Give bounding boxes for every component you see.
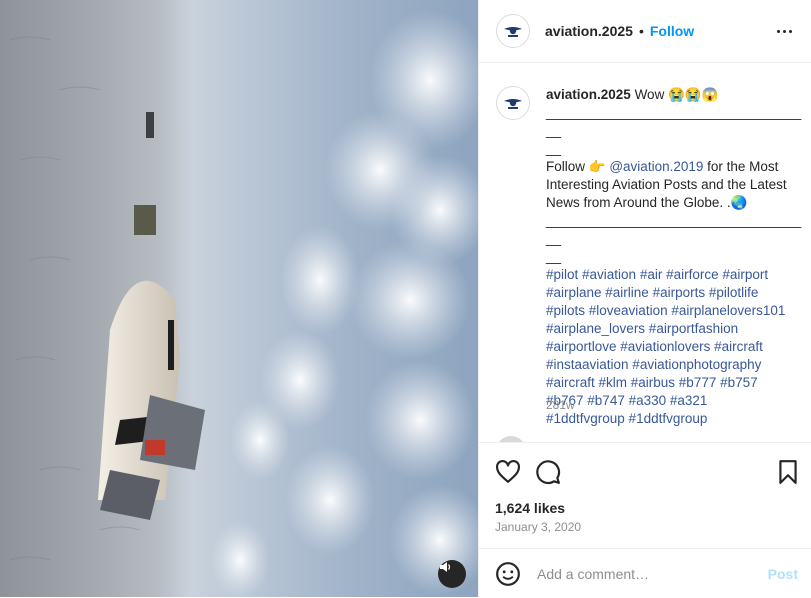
more-options-button[interactable] <box>772 19 796 43</box>
comment-input[interactable] <box>535 564 759 583</box>
heart-icon[interactable] <box>495 459 521 485</box>
caption-mention-link[interactable]: @aviation.2019 <box>609 159 703 174</box>
avatar[interactable] <box>496 14 530 48</box>
post-header: aviation.2025 • Follow <box>479 0 811 63</box>
caption-username[interactable]: aviation.2025 <box>546 87 631 102</box>
aviation-logo-icon <box>504 99 522 109</box>
speaker-icon <box>440 562 451 572</box>
hashtag-line[interactable]: #1ddtfvgroup #1ddtfvgroup <box>546 410 802 428</box>
caption-title: Wow 😭😭😱 <box>634 87 719 102</box>
caption-section: aviation.2025 Wow 😭😭😱 __________________… <box>479 62 811 442</box>
caption-avatar[interactable] <box>496 86 530 120</box>
caption-rule: ____________________________________ <box>546 105 802 138</box>
like-count[interactable]: 1,624 likes <box>495 500 565 516</box>
caption-text: aviation.2025 Wow 😭😭😱 __________________… <box>546 86 802 428</box>
hashtag-line[interactable]: #pilot #aviation #air #airforce #airport <box>546 266 802 284</box>
bookmark-icon[interactable] <box>775 459 801 485</box>
emoji-icon[interactable] <box>495 561 521 587</box>
separator-dot: • <box>638 23 644 39</box>
hashtag-line[interactable]: #pilots #loveaviation #airplanelovers101 <box>546 302 802 320</box>
caption-rule: ____________________________________ <box>546 213 802 246</box>
post-date: January 3, 2020 <box>495 520 582 534</box>
hashtag-line[interactable]: #b767 #b747 #a330 #a321 <box>546 392 802 410</box>
caption-follow-prefix: Follow 👉 <box>546 159 606 174</box>
comment-form: Post <box>479 548 811 598</box>
aviation-logo-icon <box>504 27 522 37</box>
hashtag-line[interactable]: #airplane #airline #airports #pilotlife <box>546 284 802 302</box>
post-username[interactable]: aviation.2025 <box>545 23 633 39</box>
comment-icon[interactable] <box>535 459 561 485</box>
caption-age[interactable]: 281w <box>546 398 575 412</box>
hashtag-line[interactable]: #instaaviation #aviationphotography <box>546 356 802 374</box>
caption-rule-tail: __ <box>546 249 562 264</box>
post-actions: 1,624 likes January 3, 2020 <box>479 442 811 549</box>
hashtag-line[interactable]: #airplane_lovers #airportfashion <box>546 320 802 338</box>
post-video[interactable] <box>0 0 478 597</box>
more-options-icon <box>776 29 780 33</box>
follow-button[interactable]: Follow <box>650 23 694 39</box>
video-frame <box>9 10 478 597</box>
hashtag-line[interactable]: #aircraft #klm #airbus #b777 #b757 <box>546 374 802 392</box>
post-panel: aviation.2025 • Follow aviation.2025 Wow… <box>478 0 811 597</box>
mute-toggle-button[interactable] <box>438 560 466 588</box>
caption-rule-tail: __ <box>546 141 562 156</box>
hashtag-line[interactable]: #airportlove #aviationlovers #aircraft <box>546 338 802 356</box>
post-comment-button[interactable]: Post <box>768 566 798 582</box>
